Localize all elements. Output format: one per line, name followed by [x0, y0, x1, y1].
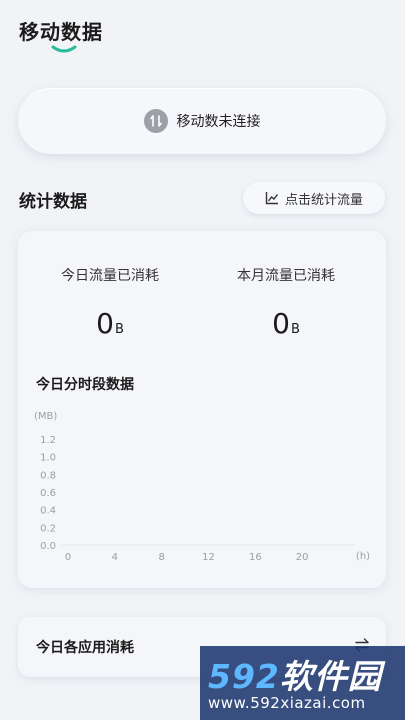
mobile-data-icon: [143, 109, 168, 133]
count-traffic-label: 点击统计流量: [284, 192, 363, 208]
line-chart-icon: [265, 192, 279, 205]
y-axis-unit-label: (MB): [34, 411, 57, 422]
y-tick-label: 0.8: [40, 470, 56, 481]
app-usage-label: 今日各应用消耗: [36, 640, 134, 656]
connection-status-label: 移动数未连接: [176, 114, 261, 130]
count-traffic-button[interactable]: 点击统计流量: [243, 182, 385, 214]
x-axis-unit-label: (h): [356, 551, 370, 562]
title-underline: [51, 45, 77, 53]
connection-status-pill[interactable]: 移动数未连接: [18, 88, 386, 154]
y-tick-label: 1.2: [40, 435, 56, 446]
y-tick-label: 0.6: [40, 488, 56, 499]
y-tick-label: 0.2: [40, 523, 56, 534]
hourly-usage-chart: (MB) 0.0 0.2 0.4 0.6 0.8 1.0 1.2 0 4 8 12 16 20 (h): [34, 411, 370, 563]
site-watermark: 592软件园 www.592xiazai.com: [200, 646, 405, 720]
y-tick-label: 1.0: [40, 453, 56, 464]
watermark-url: www.592xiazai.com: [208, 694, 366, 712]
y-tick-label: 0.0: [40, 541, 56, 552]
x-tick-label: 4: [112, 552, 118, 563]
x-tick-label: 8: [158, 552, 164, 563]
stats-section-title: 统计数据: [19, 192, 87, 212]
x-tick-label: 16: [249, 552, 262, 563]
x-tick-label: 12: [202, 552, 215, 563]
stats-card: 今日流量已消耗 0B 本月流量已消耗 0B 今日分时段数据 (MB) 0.0 0.2…: [18, 231, 386, 588]
page-title: 移动数据: [19, 20, 103, 44]
y-tick-label: 0.4: [40, 506, 56, 517]
x-tick-label: 20: [296, 552, 309, 563]
x-tick-label: 0: [65, 552, 71, 563]
watermark-logo: 592软件园: [208, 657, 382, 696]
